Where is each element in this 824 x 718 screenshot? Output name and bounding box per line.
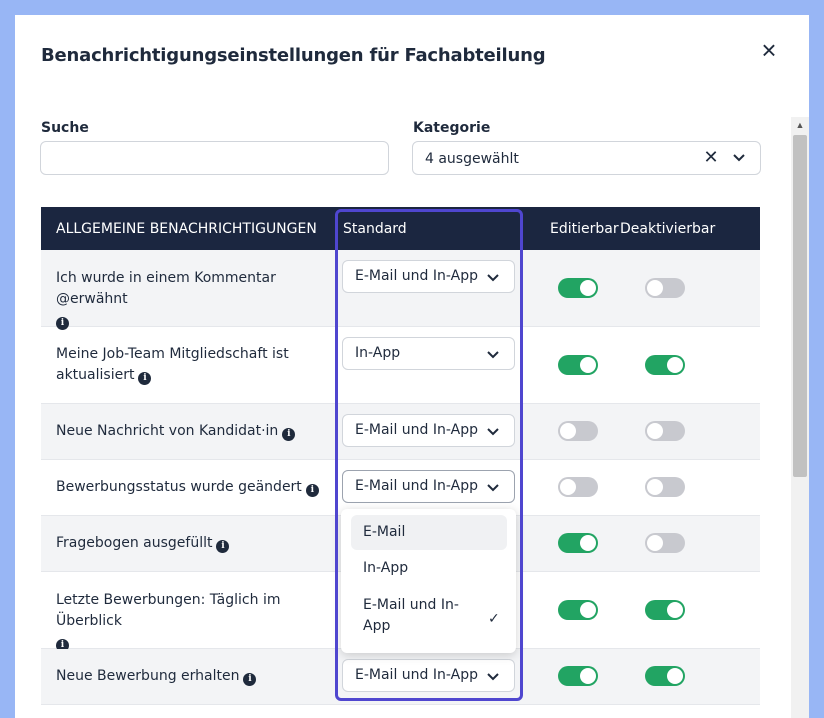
table-row: Ich wurde in einem Kommentar @erwähnt i E… <box>41 250 760 330</box>
info-icon[interactable]: i <box>138 372 152 385</box>
info-icon[interactable]: i <box>216 540 230 553</box>
header-standard: Standard <box>343 221 407 237</box>
editable-toggle[interactable] <box>558 600 598 620</box>
chevron-down-icon <box>487 484 499 492</box>
row-label: Fragebogen ausgefüllt i <box>56 533 336 554</box>
standard-select-value: E-Mail und In-App <box>355 422 478 438</box>
dropdown-option-email[interactable]: E-Mail <box>351 515 507 550</box>
chevron-down-icon[interactable] <box>731 149 747 167</box>
close-icon[interactable]: × <box>757 37 781 63</box>
editable-toggle[interactable] <box>558 278 598 298</box>
category-value: 4 ausgewählt <box>425 151 519 167</box>
row-label-text: Meine Job-Team Mitgliedschaft ist aktual… <box>56 346 289 383</box>
standard-select-value: In-App <box>355 345 401 361</box>
chevron-down-icon <box>487 351 499 359</box>
info-icon[interactable]: i <box>305 484 319 497</box>
chevron-down-icon <box>487 274 499 282</box>
row-label-text: Neue Bewerbung erhalten <box>56 668 240 684</box>
standard-select[interactable]: E-Mail und In-App <box>342 470 515 503</box>
table-row: Meine Job-Team Mitgliedschaft ist aktual… <box>41 327 760 404</box>
clear-icon[interactable]: ✕ <box>701 147 721 168</box>
row-label-text: Fragebogen ausgefüllt <box>56 535 213 551</box>
table-header: ALLGEMEINE BENACHRICHTIGUNGEN Standard E… <box>41 207 760 250</box>
standard-select[interactable]: In-App <box>342 337 515 370</box>
scrollbar-thumb[interactable] <box>793 135 807 477</box>
header-notifications: ALLGEMEINE BENACHRICHTIGUNGEN <box>56 221 317 237</box>
editable-toggle[interactable] <box>558 477 598 497</box>
deactivatable-toggle[interactable] <box>645 278 685 298</box>
deactivatable-toggle[interactable] <box>645 600 685 620</box>
deactivatable-toggle[interactable] <box>645 477 685 497</box>
scrollbar[interactable]: ▲ <box>791 117 809 718</box>
header-editable: Editierbar <box>550 221 619 237</box>
editable-toggle[interactable] <box>558 666 598 686</box>
scroll-up-icon[interactable]: ▲ <box>791 117 809 133</box>
row-label-text: Ich wurde in einem Kommentar @erwähnt <box>56 270 276 307</box>
category-label: Kategorie <box>413 120 491 136</box>
deactivatable-toggle[interactable] <box>645 355 685 375</box>
row-label: Meine Job-Team Mitgliedschaft ist aktual… <box>56 344 316 386</box>
deactivatable-toggle[interactable] <box>645 666 685 686</box>
editable-toggle[interactable] <box>558 533 598 553</box>
standard-select-value: E-Mail und In-App <box>355 667 478 683</box>
table-row: Neue Bewerbung erhalten i E-Mail und In-A… <box>41 649 760 705</box>
table-row: Bewerbungsstatus wurde geändert i E-Mail … <box>41 460 760 516</box>
check-icon: ✓ <box>488 611 500 627</box>
editable-toggle[interactable] <box>558 421 598 441</box>
notification-settings-modal: Benachrichtigungseinstellungen für Facha… <box>15 15 809 718</box>
standard-select[interactable]: E-Mail und In-App <box>342 260 515 293</box>
standard-select-value: E-Mail und In-App <box>355 268 478 284</box>
row-label-text: Letzte Bewerbungen: Täglich im Überblick <box>56 592 281 629</box>
row-label: Neue Nachricht von Kandidat·in i <box>56 421 336 442</box>
modal-title: Benachrichtigungseinstellungen für Facha… <box>41 45 546 66</box>
chevron-down-icon <box>487 673 499 681</box>
editable-toggle[interactable] <box>558 355 598 375</box>
deactivatable-toggle[interactable] <box>645 533 685 553</box>
row-label: Neue Bewerbung erhalten i <box>56 666 336 687</box>
standard-select[interactable]: E-Mail und In-App <box>342 414 515 447</box>
info-icon[interactable]: i <box>282 428 296 441</box>
standard-dropdown-menu: E-Mail In-App E-Mail und In-App ✓ <box>341 509 516 653</box>
search-label: Suche <box>41 120 89 136</box>
row-label: Bewerbungsstatus wurde geändert i <box>56 477 336 498</box>
category-select[interactable]: 4 ausgewählt ✕ <box>412 141 761 175</box>
dropdown-option-inapp[interactable]: In-App <box>351 558 507 579</box>
standard-select-value: E-Mail und In-App <box>355 478 478 494</box>
deactivatable-toggle[interactable] <box>645 421 685 441</box>
dropdown-option-label: E-Mail und In-App <box>363 597 459 634</box>
row-label: Letzte Bewerbungen: Täglich im Überblick… <box>56 590 346 653</box>
info-icon[interactable]: i <box>243 673 257 686</box>
dropdown-option-email-inapp[interactable]: E-Mail und In-App ✓ <box>351 595 507 637</box>
chevron-down-icon <box>487 428 499 436</box>
row-label: Ich wurde in einem Kommentar @erwähnt i <box>56 268 346 331</box>
standard-select[interactable]: E-Mail und In-App <box>342 659 515 692</box>
row-label-text: Neue Nachricht von Kandidat·in <box>56 423 279 439</box>
row-label-text: Bewerbungsstatus wurde geändert <box>56 479 302 495</box>
search-input[interactable] <box>40 141 389 175</box>
table-row: Neue Nachricht von Kandidat·in i E-Mail u… <box>41 404 760 460</box>
header-deactivatable: Deaktivierbar <box>620 221 716 237</box>
